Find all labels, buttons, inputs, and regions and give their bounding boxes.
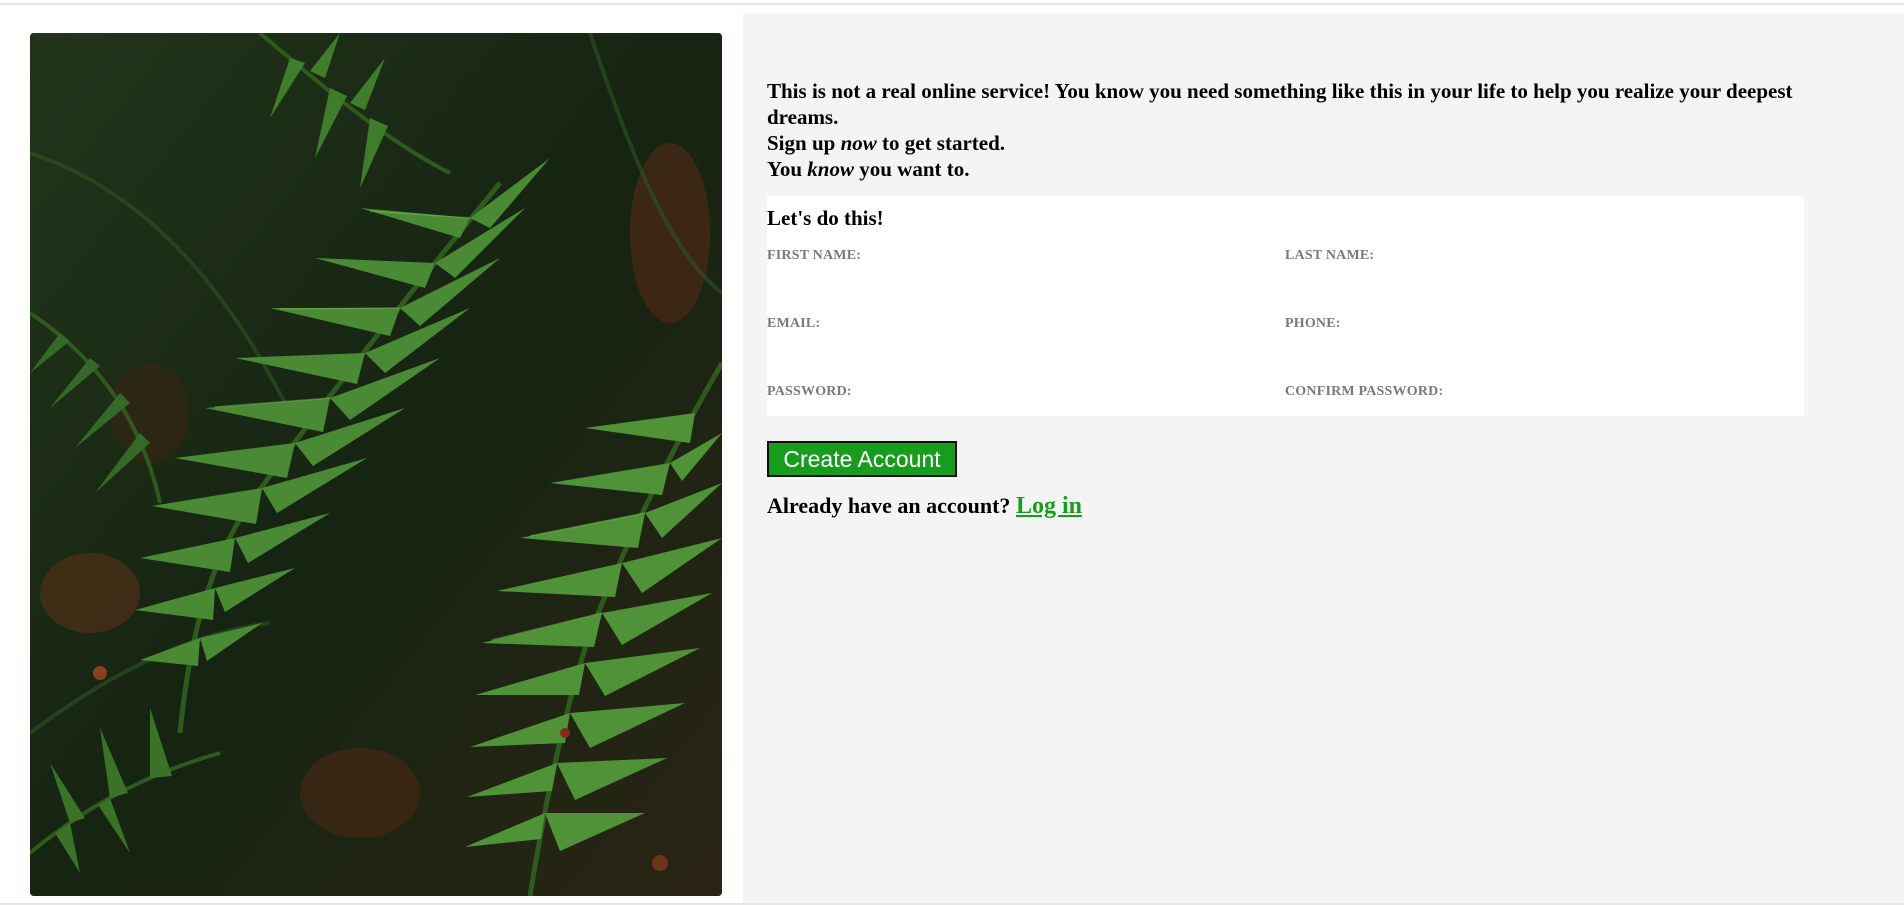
phone-label: PHONE: (1285, 316, 1341, 331)
email-label: EMAIL: (767, 316, 821, 331)
intro-line-2-emphasis: now (840, 131, 877, 155)
intro-line-3-start: You (767, 157, 808, 181)
intro-line-3: You know you want to. (767, 156, 1827, 182)
intro-line-2-start: Sign up (767, 131, 841, 155)
password-input[interactable] (767, 406, 1251, 430)
first-name-field: FIRST NAME: (767, 248, 1267, 294)
confirm-password-label: CONFIRM PASSWORD: (1285, 384, 1444, 399)
hero-image (30, 33, 722, 896)
top-divider (0, 3, 1904, 5)
fern-illustration (30, 33, 722, 896)
phone-field: PHONE: (1285, 316, 1785, 362)
login-link[interactable]: Log in (1016, 493, 1082, 519)
intro-line-2: Sign up now to get started. (767, 130, 1827, 156)
last-name-label: LAST NAME: (1285, 248, 1375, 263)
create-account-button[interactable]: Create Account (767, 441, 957, 477)
phone-input[interactable] (1285, 338, 1769, 362)
intro-line-3-emphasis: know (807, 157, 854, 181)
first-name-input[interactable] (767, 270, 1251, 294)
login-prompt-text: Already have an account? (767, 493, 1016, 518)
confirm-password-input[interactable] (1285, 406, 1769, 430)
intro-line-3-end: you want to. (853, 157, 970, 181)
email-field: EMAIL: (767, 316, 1267, 362)
intro-line-2-end: to get started. (876, 131, 1006, 155)
first-name-label: FIRST NAME: (767, 248, 862, 263)
email-input[interactable] (767, 338, 1251, 362)
signup-panel: This is not a real online service! You k… (743, 13, 1904, 903)
last-name-field: LAST NAME: (1285, 248, 1785, 294)
form-title: Let's do this! (767, 206, 884, 230)
intro-line-1: This is not a real online service! You k… (767, 79, 1793, 129)
password-label: PASSWORD: (767, 384, 852, 399)
login-prompt: Already have an account? Log in (767, 493, 1082, 520)
signup-form: Let's do this! FIRST NAME: LAST NAME: EM… (767, 196, 1804, 430)
confirm-password-field: CONFIRM PASSWORD: (1285, 384, 1785, 430)
last-name-input[interactable] (1285, 270, 1769, 294)
password-field: PASSWORD: (767, 384, 1267, 430)
intro-text: This is not a real online service! You k… (767, 78, 1827, 182)
